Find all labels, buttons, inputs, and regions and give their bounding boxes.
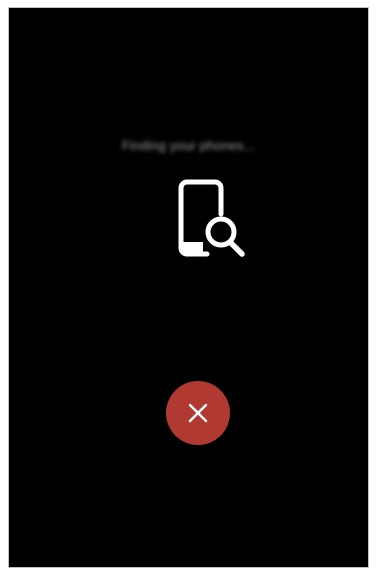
cancel-button[interactable] [166,381,230,445]
phone-search-icon [178,179,245,257]
close-icon [188,403,208,423]
phone-search-screen: Finding your phones... [8,7,369,568]
status-text: Finding your phones... [121,138,256,153]
